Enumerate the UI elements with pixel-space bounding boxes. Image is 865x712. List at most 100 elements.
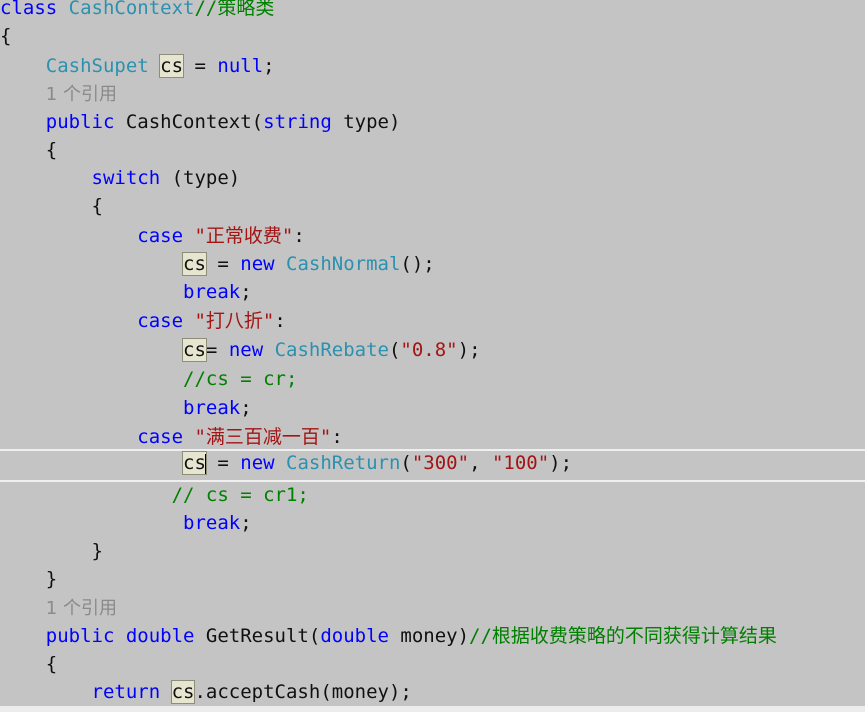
code-line[interactable]: // cs = cr1; — [0, 481, 865, 510]
code-token: new — [240, 452, 287, 474]
code-token: = — [205, 339, 229, 361]
code-token: new — [240, 253, 287, 275]
code-line[interactable]: { — [0, 22, 865, 51]
code-token: case — [137, 225, 195, 247]
code-line[interactable]: public double GetResult(double money)//根… — [0, 622, 865, 651]
code-line[interactable]: case "满三百减一百": — [0, 423, 865, 452]
code-token: type) — [331, 111, 401, 133]
code-token: //根据收费策略的不同获得计算结果 — [469, 625, 777, 647]
code-token: (type) — [160, 167, 241, 189]
code-line[interactable]: break; — [0, 278, 865, 307]
code-token: } — [0, 540, 103, 562]
code-token: GetResult( — [205, 625, 321, 647]
code-token: : — [274, 310, 286, 332]
code-line[interactable]: return cs.acceptCash(money); — [0, 678, 865, 707]
highlighted-symbol: cs — [182, 252, 207, 276]
code-line[interactable]: CashSupet cs = null; — [0, 52, 865, 81]
code-token: switch — [91, 167, 161, 189]
code-line[interactable]: class CashContext//策略类 — [0, 0, 865, 23]
codelens-reference-link[interactable]: 1 个引用 — [46, 84, 117, 105]
code-token: CashContext — [68, 0, 195, 19]
code-line[interactable]: case "正常收费": — [0, 222, 865, 251]
code-token: = — [205, 253, 241, 275]
code-token: = — [205, 452, 241, 474]
code-token: = — [183, 55, 218, 77]
code-token: ( — [388, 339, 401, 361]
code-token: CashContext( — [125, 111, 264, 133]
code-token: "0.8" — [400, 339, 458, 361]
code-token: "正常收费" — [194, 225, 294, 247]
code-token: { — [0, 139, 58, 161]
code-token: public — [45, 111, 126, 133]
code-token: { — [0, 195, 103, 217]
code-line[interactable]: break; — [0, 394, 865, 423]
code-token: ); — [549, 452, 573, 474]
code-line[interactable]: { — [0, 136, 865, 165]
code-token: CashRebate — [274, 339, 389, 361]
code-token: CashReturn — [286, 452, 401, 474]
code-line[interactable]: case "打八折": — [0, 307, 865, 336]
code-token: { — [0, 653, 58, 675]
code-token: CashSupet — [45, 55, 149, 77]
code-line[interactable]: public CashContext(string type) — [0, 108, 865, 137]
code-token: { — [0, 25, 12, 47]
code-line[interactable]: break; — [0, 509, 865, 538]
code-token: break — [183, 512, 241, 534]
code-token: public — [45, 625, 126, 647]
code-token: ( — [400, 452, 412, 474]
code-line[interactable]: { — [0, 192, 865, 221]
code-token: double — [320, 625, 401, 647]
code-token: return — [91, 681, 172, 703]
code-token: double — [125, 625, 206, 647]
code-token: ; — [240, 512, 252, 534]
code-line[interactable]: cs = new CashReturn("300", "100"); — [0, 449, 865, 482]
code-token: : — [293, 225, 305, 247]
code-token: break — [183, 281, 241, 303]
code-token: ); — [457, 339, 481, 361]
highlighted-symbol: cs — [170, 680, 196, 704]
highlighted-symbol: cs — [159, 54, 185, 78]
code-line[interactable]: 1 个引用 — [0, 594, 865, 623]
code-token: "满三百减一百" — [194, 426, 332, 448]
highlighted-symbol: cs — [182, 338, 207, 362]
code-line[interactable]: 1 个引用 — [0, 80, 865, 109]
code-token: money) — [400, 625, 470, 647]
code-editor[interactable]: class CashContext//策略类{ CashSupet cs = n… — [0, 0, 865, 712]
highlighted-symbol: cs — [182, 451, 207, 475]
code-token: class — [0, 0, 69, 19]
code-token: ; — [240, 281, 252, 303]
code-token: (); — [400, 253, 435, 275]
code-line[interactable]: cs = new CashNormal(); — [0, 250, 865, 279]
code-token: "300" — [411, 452, 470, 474]
code-token: break — [183, 397, 241, 419]
code-token: //cs = cr; — [183, 368, 298, 390]
code-line[interactable]: cs= new CashRebate("0.8"); — [0, 336, 865, 365]
code-token: , — [469, 452, 492, 474]
code-token: CashNormal — [286, 253, 401, 275]
code-line[interactable]: } — [0, 565, 865, 594]
code-token: "打八折" — [194, 310, 275, 332]
code-token: ; — [240, 397, 252, 419]
code-line[interactable]: //cs = cr; — [0, 365, 865, 394]
codelens-reference-link[interactable]: 1 个引用 — [46, 598, 117, 619]
code-line[interactable]: { — [0, 650, 865, 679]
horizontal-scrollbar[interactable] — [0, 706, 865, 712]
code-token: .acceptCash(money); — [194, 681, 412, 703]
code-token: : — [331, 426, 343, 448]
code-line[interactable]: } — [0, 537, 865, 566]
code-line[interactable]: switch (type) — [0, 164, 865, 193]
